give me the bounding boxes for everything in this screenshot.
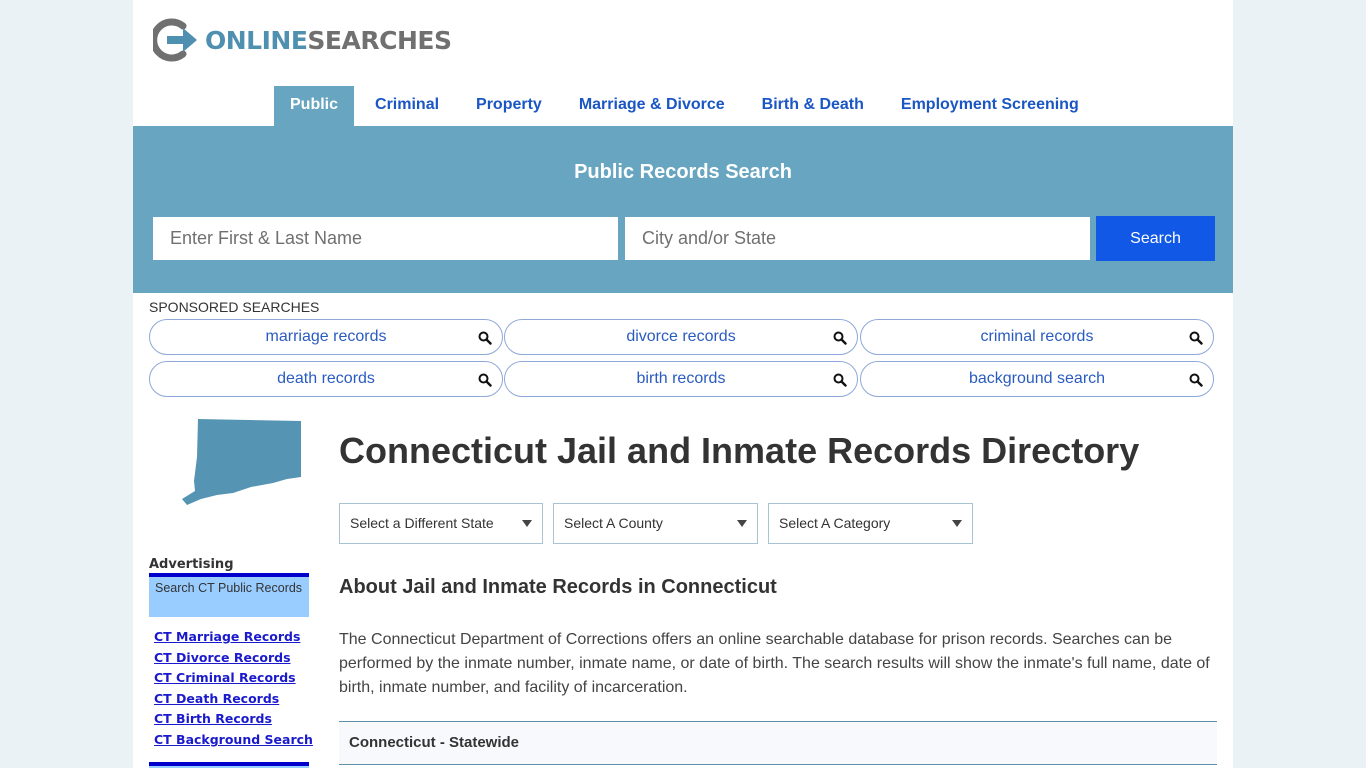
section-title: About Jail and Inmate Records in Connect… (339, 576, 777, 598)
search-icon (833, 373, 847, 387)
city-state-input[interactable] (625, 217, 1090, 260)
logo-text-searches: SEARCHES (307, 25, 452, 55)
sponsored-searches-label: SPONSORED SEARCHES (149, 299, 320, 315)
search-icon (478, 373, 492, 387)
name-input[interactable] (153, 217, 618, 260)
main-nav: Public Criminal Property Marriage & Divo… (274, 86, 1100, 126)
search-icon (833, 331, 847, 345)
page-title: Connecticut Jail and Inmate Records Dire… (339, 430, 1140, 471)
category-select[interactable]: Select A Category (768, 503, 973, 544)
state-select-value: Select a Different State (350, 515, 494, 531)
state-select[interactable]: Select a Different State (339, 503, 543, 544)
sponsored-link-death-records[interactable]: death records (149, 361, 503, 397)
section-body: The Connecticut Department of Correction… (339, 631, 1210, 696)
search-icon (1189, 373, 1203, 387)
page-container: ONLINESEARCHES Public Criminal Property … (133, 0, 1233, 768)
nav-public[interactable]: Public (274, 86, 355, 126)
chevron-down-icon (737, 520, 747, 527)
sponsored-link-label: marriage records (265, 328, 387, 345)
county-select[interactable]: Select A County (553, 503, 758, 544)
statewide-header: Connecticut - Statewide (339, 721, 1217, 765)
search-icon (478, 331, 492, 345)
ad-box-bottom (149, 762, 309, 768)
ad-link-ct-birth-records[interactable]: CT Birth Records (154, 709, 313, 730)
ad-link-ct-background-search[interactable]: CT Background Search (154, 730, 313, 751)
ad-link-ct-divorce-records[interactable]: CT Divorce Records (154, 648, 313, 669)
sponsored-link-background-search[interactable]: background search (860, 361, 1214, 397)
search-icon (1189, 331, 1203, 345)
nav-property[interactable]: Property (460, 86, 558, 126)
power-arrow-logo-icon (153, 18, 197, 62)
sponsored-link-divorce-records[interactable]: divorce records (504, 319, 858, 355)
chevron-down-icon (952, 520, 962, 527)
advertising-label: Advertising (149, 557, 234, 572)
sponsored-link-label: death records (277, 370, 375, 387)
sponsored-link-label: criminal records (980, 328, 1094, 345)
category-select-value: Select A Category (779, 515, 891, 531)
search-hero: Public Records Search Search (133, 126, 1233, 293)
ad-box-title: Search CT Public Records (149, 573, 309, 617)
connecticut-state-map-icon (182, 419, 301, 505)
sponsored-link-birth-records[interactable]: birth records (504, 361, 858, 397)
hero-title: Public Records Search (574, 161, 792, 183)
sponsored-link-label: background search (968, 370, 1106, 387)
nav-criminal[interactable]: Criminal (359, 86, 455, 126)
sponsored-link-label: divorce records (626, 328, 736, 345)
site-logo[interactable]: ONLINESEARCHES (153, 18, 452, 62)
logo-text: ONLINESEARCHES (205, 25, 452, 55)
sponsored-link-marriage-records[interactable]: marriage records (149, 319, 503, 355)
sponsored-link-criminal-records[interactable]: criminal records (860, 319, 1214, 355)
ad-link-ct-marriage-records[interactable]: CT Marriage Records (154, 627, 313, 648)
nav-employment-screening[interactable]: Employment Screening (885, 86, 1095, 126)
search-button[interactable]: Search (1096, 216, 1215, 261)
chevron-down-icon (522, 520, 532, 527)
nav-birth-death[interactable]: Birth & Death (746, 86, 880, 126)
ad-link-ct-criminal-records[interactable]: CT Criminal Records (154, 668, 313, 689)
ad-links-list: CT Marriage Records CT Divorce Records C… (154, 627, 313, 751)
ad-link-ct-death-records[interactable]: CT Death Records (154, 689, 313, 710)
sponsored-link-label: birth records (636, 370, 726, 387)
nav-marriage-divorce[interactable]: Marriage & Divorce (563, 86, 741, 126)
county-select-value: Select A County (564, 515, 663, 531)
logo-text-online: ONLINE (205, 25, 308, 55)
